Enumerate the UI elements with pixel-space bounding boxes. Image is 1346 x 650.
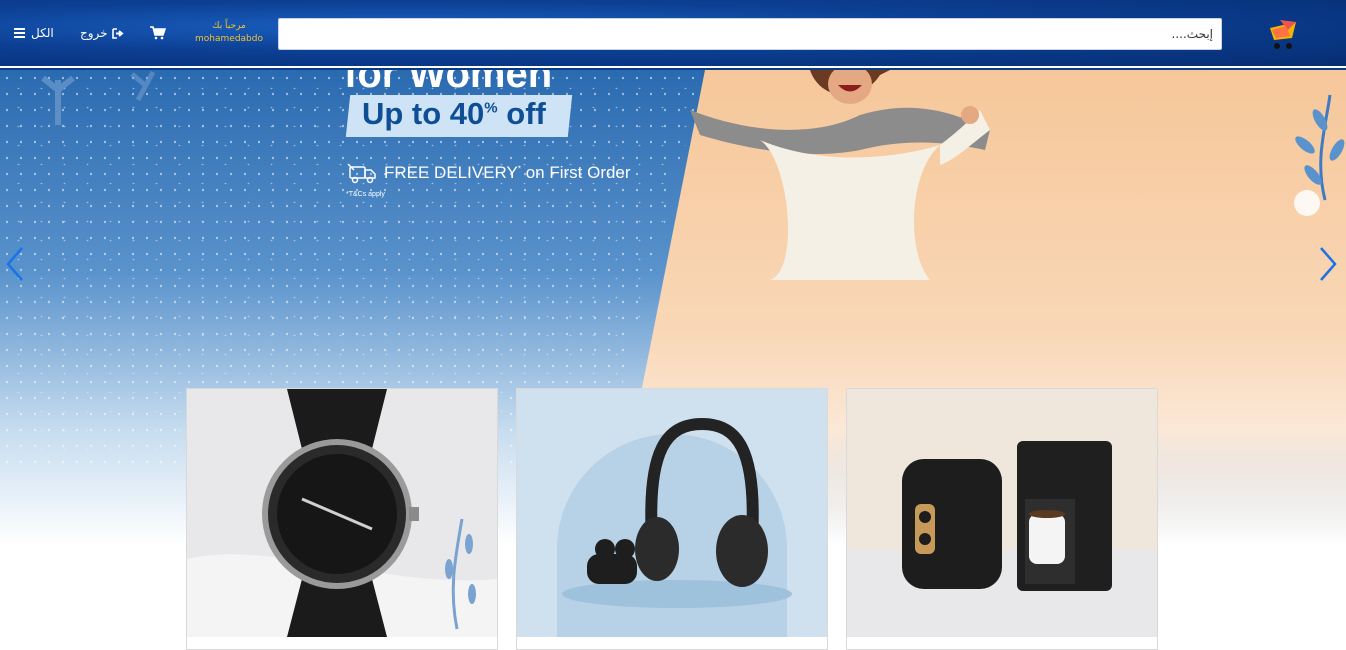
decorative-leaves-icon: [41, 70, 156, 125]
delivery-truck-icon: [347, 163, 376, 184]
cart-icon: [150, 26, 167, 40]
product-card-watch[interactable]: [186, 388, 498, 650]
terms-note: *T&Cs apply: [346, 191, 385, 198]
all-categories-button[interactable]: الكل: [14, 24, 54, 42]
top-navbar: مرحباً بك mohamedabdo خروج الكل: [0, 0, 1346, 70]
chevron-right-icon: [1320, 247, 1337, 281]
cart-button[interactable]: [150, 25, 168, 41]
offer-percent: %: [484, 99, 498, 117]
search-bar[interactable]: [278, 18, 1222, 50]
carousel-next-button[interactable]: [1317, 246, 1339, 282]
product-card-kitchen[interactable]: [846, 388, 1158, 650]
offer-suffix: off: [497, 96, 546, 131]
decorative-branch-icon: [1294, 94, 1345, 216]
headphones-image: [517, 389, 827, 637]
hero-headline: for Women: [344, 70, 553, 96]
free-delivery-text: FREE DELIVERY* on First Order: [346, 162, 631, 184]
air-fryer-coffee-maker-image: [847, 389, 1157, 637]
sign-out-icon: [111, 27, 124, 39]
hamburger-menu-icon: [14, 28, 25, 38]
chevron-left-icon: [6, 247, 23, 281]
welcome-greeting: مرحباً بك: [212, 21, 246, 31]
welcome-message: مرحباً بك mohamedabdo: [190, 20, 268, 46]
logout-button[interactable]: خروج: [80, 24, 125, 42]
carousel-prev-button[interactable]: [4, 246, 26, 282]
delivery-rest: on First Order: [520, 163, 631, 182]
welcome-username: mohamedabdo: [195, 34, 263, 44]
delivery-main: FREE DELIVERY: [384, 163, 518, 182]
search-input[interactable]: [279, 19, 1221, 49]
logout-label: خروج: [80, 26, 108, 40]
offer-prefix: Up to 40: [362, 96, 485, 131]
all-label: الكل: [31, 26, 54, 40]
wristwatch-image: [187, 389, 497, 637]
hero-model-image: [690, 70, 990, 280]
offer-text: Up to 40% off: [362, 96, 546, 132]
product-card-headphones[interactable]: [516, 388, 828, 650]
shopping-cart-logo-icon[interactable]: [1266, 16, 1302, 52]
